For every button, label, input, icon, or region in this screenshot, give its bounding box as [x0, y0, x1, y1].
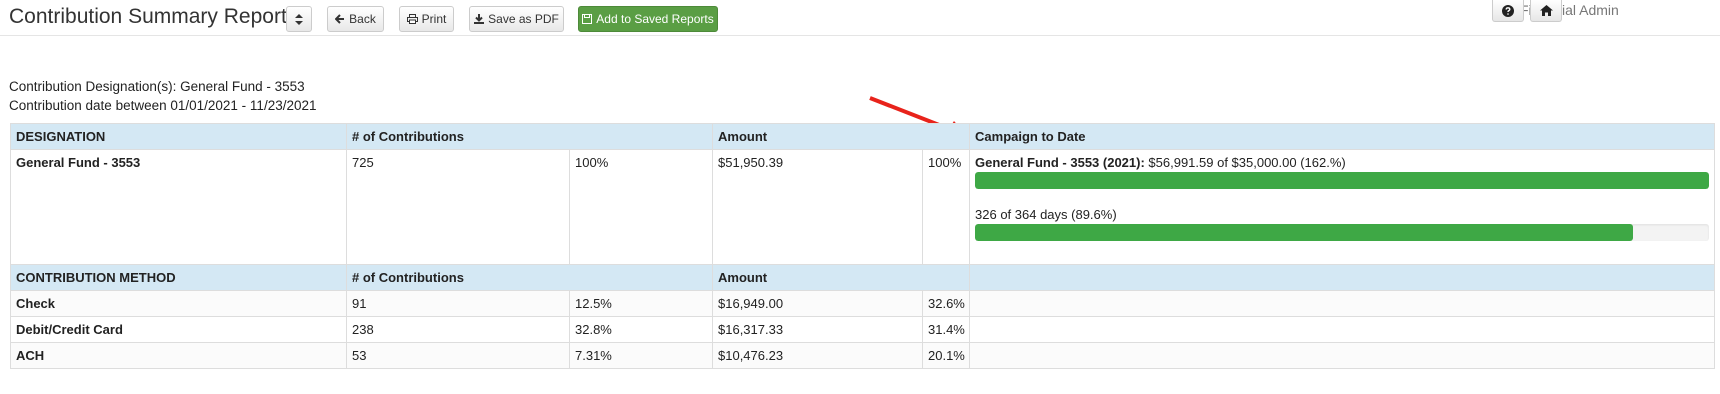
method-empty-header: [969, 264, 1716, 291]
question-icon: [1502, 4, 1514, 17]
method-count: 53: [346, 342, 570, 369]
contribution-percent: 100%: [569, 149, 713, 265]
report-header: Contribution Summary Report Back Print S…: [0, 0, 1720, 36]
method-empty-cell: [969, 342, 1716, 369]
campaign-cell: General Fund - 3553 (2021): $56,991.59 o…: [969, 149, 1716, 265]
designation-column-header: DESIGNATION: [10, 123, 347, 150]
method-count: 91: [346, 290, 570, 317]
back-button[interactable]: Back: [327, 6, 384, 32]
home-button[interactable]: [1530, 0, 1562, 22]
campaign-progress-bar: [975, 172, 1710, 189]
method-header-row: CONTRIBUTION METHOD # of Contributions A…: [10, 264, 1716, 291]
method-count: 238: [346, 316, 570, 343]
method-count-percent: 32.8%: [569, 316, 713, 343]
contribution-count: 725: [346, 149, 570, 265]
days-summary: 326 of 364 days (89.6%): [975, 207, 1117, 222]
save-pdf-label: Save as PDF: [488, 12, 559, 26]
method-amount-percent: 31.4%: [921, 316, 971, 343]
amount-percent: 100%: [921, 149, 971, 265]
designation-header-row: DESIGNATION # of Contributions Amount Ca…: [10, 123, 1716, 150]
method-amount-column-header: Amount: [711, 264, 971, 291]
sort-toggle-button[interactable]: [286, 6, 312, 32]
arrow-left-icon: [335, 14, 345, 24]
sort-icon: [295, 13, 303, 25]
report-table: DESIGNATION # of Contributions Amount Ca…: [10, 123, 1716, 369]
add-to-saved-label: Add to Saved Reports: [596, 12, 714, 26]
method-column-header: CONTRIBUTION METHOD: [10, 264, 347, 291]
print-button[interactable]: Print: [399, 6, 454, 32]
back-label: Back: [349, 12, 376, 26]
help-button[interactable]: [1492, 0, 1524, 22]
home-icon: [1539, 5, 1553, 16]
method-empty-cell: [969, 316, 1716, 343]
print-icon: [406, 14, 418, 24]
save-pdf-button[interactable]: Save as PDF: [469, 6, 564, 32]
days-progress-bar: [975, 224, 1710, 241]
designation-name: General Fund - 3553: [10, 149, 347, 265]
method-amount: $16,949.00: [712, 290, 923, 317]
amount-column-header: Amount: [711, 123, 971, 150]
table-row: Check 91 12.5% $16,949.00 32.6%: [10, 290, 1716, 317]
designation-criteria: Contribution Designation(s): General Fun…: [9, 79, 305, 94]
page-title: Contribution Summary Report: [9, 5, 287, 28]
report-criteria: Contribution Designation(s): General Fun…: [9, 77, 317, 115]
campaign-name: General Fund - 3553 (2021):: [975, 155, 1145, 170]
amount-value: $51,950.39: [712, 149, 923, 265]
method-amount: $16,317.33: [712, 316, 923, 343]
table-row: ACH 53 7.31% $10,476.23 20.1%: [10, 342, 1716, 369]
method-name: Debit/Credit Card: [10, 316, 347, 343]
method-empty-cell: [969, 290, 1716, 317]
campaign-amount: $56,991.59 of $35,000.00 (162.%): [1144, 155, 1346, 170]
date-range-criteria: Contribution date between 01/01/2021 - 1…: [9, 98, 317, 113]
print-label: Print: [421, 12, 447, 26]
contributions-column-header: # of Contributions: [346, 123, 713, 150]
method-name: Check: [10, 290, 347, 317]
method-count-percent: 12.5%: [569, 290, 713, 317]
campaign-progress-fill: [975, 172, 1710, 189]
method-contributions-column-header: # of Contributions: [346, 264, 713, 291]
campaign-summary: General Fund - 3553 (2021): $56,991.59 o…: [975, 155, 1709, 170]
method-amount-percent: 32.6%: [921, 290, 971, 317]
save-icon: [582, 14, 593, 24]
method-name: ACH: [10, 342, 347, 369]
download-icon: [474, 14, 485, 24]
days-progress-fill: [975, 224, 1633, 241]
add-to-saved-reports-button[interactable]: Add to Saved Reports: [578, 6, 718, 32]
method-amount: $10,476.23: [712, 342, 923, 369]
method-count-percent: 7.31%: [569, 342, 713, 369]
method-amount-percent: 20.1%: [921, 342, 971, 369]
campaign-column-header: Campaign to Date: [969, 123, 1716, 150]
table-row: General Fund - 3553 725 100% $51,950.39 …: [10, 149, 1716, 265]
table-row: Debit/Credit Card 238 32.8% $16,317.33 3…: [10, 316, 1716, 343]
